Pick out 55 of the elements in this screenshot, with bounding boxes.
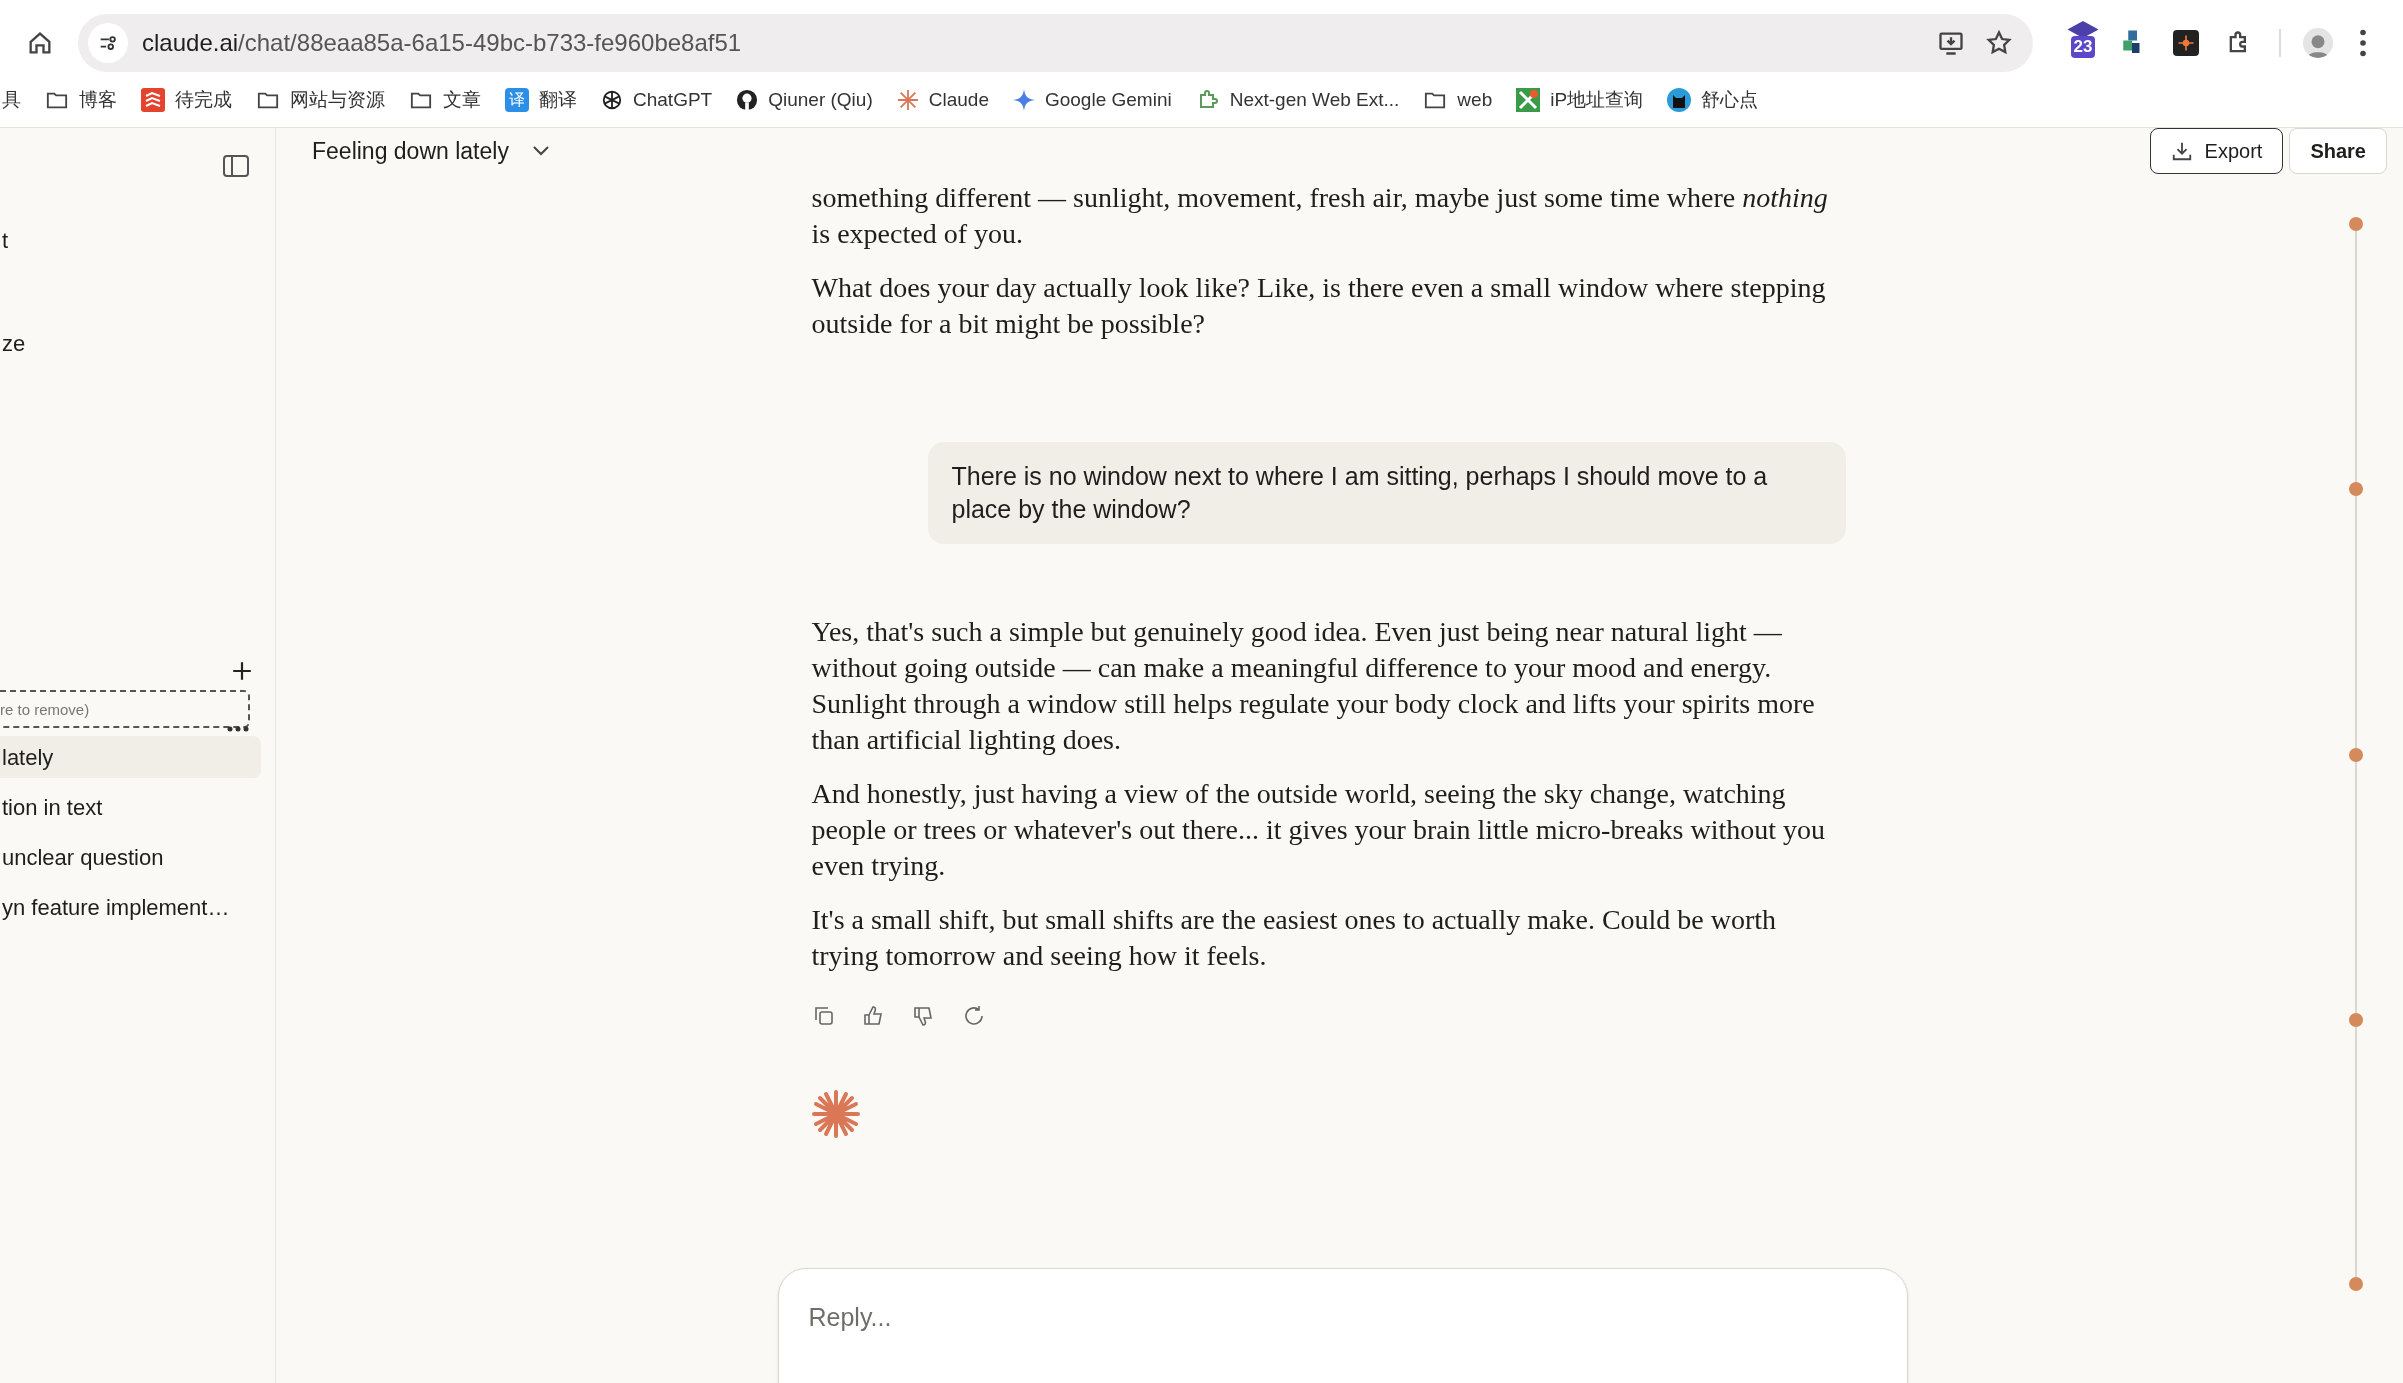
- response-paragraph: What does your day actually look like? Like, is there even a small window where stepping outside for a bit might be possible?: [811, 271, 1827, 341]
- bookmark-label[interactable]: 舒心点: [1701, 85, 1759, 115]
- profile-avatar[interactable]: [2303, 28, 2333, 58]
- chevron-icon: [532, 146, 549, 156]
- chat-item[interactable]: tion in text: [0, 786, 261, 828]
- response-paragraph: something different — sunlight, movement, fresh air, maybe just some time where nothing is expected of you.: [811, 181, 1829, 251]
- url-host: claude.ai: [142, 29, 239, 56]
- extension-badge: 23: [2070, 36, 2096, 58]
- bookmark-label[interactable]: iP地址查询: [1550, 85, 1644, 115]
- bookmark[interactable]: 具: [2, 85, 21, 115]
- address-bar[interactable]: claude.ai/chat/88eaa85a-6a15-49bc-b733-fe960be8af51: [78, 14, 2033, 72]
- sidebar-toggle-icon[interactable]: [223, 155, 249, 177]
- knot-icon: [601, 89, 623, 111]
- star-icon[interactable]: [1985, 29, 2013, 57]
- response-paragraph: Yes, that's such a simple but genuinely good idea. Even just being near natural light — without going outside — can make a meaningful difference to your mood and energy. Sunlight through a window still helps regulate your body clock and lifts your spirits more than artificial lighting does.: [811, 615, 1816, 757]
- more-icon[interactable]: [227, 726, 249, 732]
- claude-logo-icon: [811, 1090, 860, 1138]
- bookmark-label[interactable]: 文章: [443, 85, 481, 115]
- share-button[interactable]: Share: [2289, 128, 2387, 174]
- chat-item[interactable]: unclear question: [0, 836, 261, 878]
- chat-item[interactable]: lately: [0, 736, 261, 778]
- bookmark-label[interactable]: Claude: [928, 85, 989, 115]
- bookmark-label[interactable]: 网站与资源: [290, 85, 385, 115]
- menu-icon[interactable]: [2359, 29, 2367, 57]
- reply-input[interactable]: Reply...: [808, 1299, 1877, 1337]
- site-settings-icon[interactable]: [88, 23, 128, 63]
- cat-icon: [1667, 88, 1692, 112]
- bookmark-label[interactable]: 博客: [79, 85, 117, 115]
- bookmark-label[interactable]: web: [1457, 85, 1493, 115]
- bookmark-label[interactable]: 待完成: [175, 85, 232, 115]
- bookmark-label[interactable]: ChatGPT: [633, 85, 713, 115]
- graduation-cap-icon[interactable]: [2066, 21, 2100, 38]
- sidebar-item[interactable]: t: [2, 224, 9, 257]
- sunburst-icon: [896, 89, 919, 111]
- url-path: /chat/88eaa85a-6a15-49bc-b733-fe960be8af51: [238, 29, 742, 56]
- export-button[interactable]: Export: [2149, 128, 2284, 174]
- bookmark-label[interactable]: Qiuner (Qiu): [768, 85, 873, 115]
- response-paragraph: It's a small shift, but small shifts are the easiest ones to actually make. Could be worth trying tomorrow and seeing how it feels.: [811, 903, 1778, 973]
- sidebar-item[interactable]: ze: [2, 327, 26, 360]
- star-burst-icon[interactable]: [2173, 30, 2199, 56]
- bookmark-label[interactable]: Google Gemini: [1044, 85, 1172, 115]
- response-paragraph: And honestly, just having a view of the outside world, seeing the sky change, watching people or trees or whatever's out there... it gives your brain little micro-breaks without you even trying.: [811, 777, 1827, 883]
- chat-item[interactable]: yn feature implement…: [0, 886, 261, 928]
- tasks-icon: [141, 88, 165, 112]
- github-icon: [736, 89, 759, 111]
- drop-field[interactable]: re to remove): [0, 690, 250, 728]
- translate-icon: 译: [505, 88, 529, 112]
- bookmark-label[interactable]: Next-gen Web Ext...: [1229, 85, 1400, 115]
- add-icon[interactable]: [231, 660, 253, 682]
- reply-box[interactable]: Reply...: [777, 1268, 1908, 1383]
- download-icon: [2170, 140, 2193, 162]
- tools-icon: [1516, 88, 1541, 112]
- chat-title-dropdown[interactable]: Feeling down lately: [312, 133, 549, 169]
- user-message: There is no window next to where I am sitting, perhaps I should move to a place by the window?: [927, 442, 1846, 544]
- bookmark-label[interactable]: 翻译: [539, 85, 577, 115]
